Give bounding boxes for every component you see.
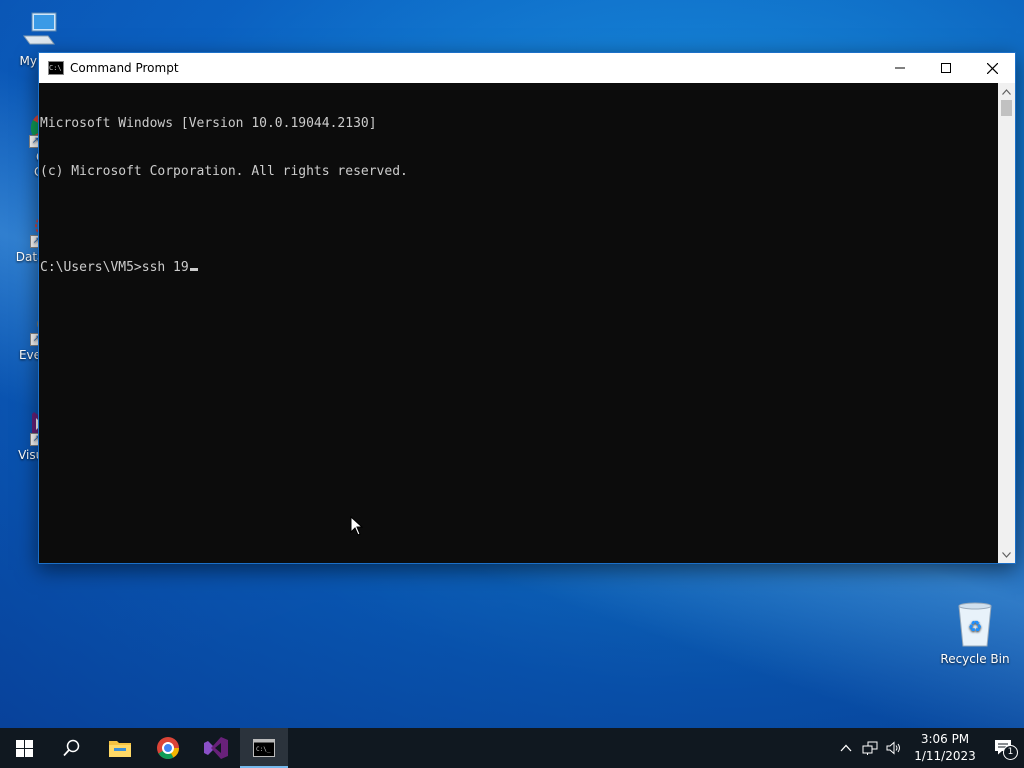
taskbar-visual-studio[interactable] <box>192 728 240 768</box>
taskbar-command-prompt[interactable]: C:\_ <box>240 728 288 768</box>
scroll-thumb[interactable] <box>1001 100 1012 116</box>
minimize-button[interactable] <box>877 53 923 83</box>
windows-logo-icon <box>15 739 33 757</box>
network-button[interactable] <box>858 728 882 768</box>
taskbar-clock[interactable]: 3:06 PM 1/11/2023 <box>912 731 978 765</box>
speaker-icon <box>886 741 900 755</box>
cmd-icon: C:\_ <box>253 739 275 757</box>
console-line: (c) Microsoft Corporation. All rights re… <box>40 164 408 179</box>
window-controls <box>877 53 1015 83</box>
taskbar-chrome[interactable] <box>144 728 192 768</box>
maximize-button[interactable] <box>923 53 969 83</box>
text-cursor <box>189 268 198 271</box>
console-line: Microsoft Windows [Version 10.0.19044.21… <box>40 116 377 131</box>
visual-studio-icon <box>204 737 228 759</box>
svg-text:♻: ♻ <box>968 617 982 636</box>
volume-button[interactable] <box>882 728 906 768</box>
desktop-icon-recycle-bin[interactable]: ♻ Recycle Bin <box>938 600 1012 666</box>
taskbar: C:\_ 3:06 PM 1/11/2023 1 <box>0 728 1024 768</box>
mouse-pointer-icon <box>350 515 364 540</box>
clock-time: 3:06 PM <box>920 732 970 746</box>
desktop-icon-label: Recycle Bin <box>940 652 1010 666</box>
window-titlebar[interactable]: C:\ Command Prompt <box>39 53 1015 83</box>
start-button[interactable] <box>0 728 48 768</box>
recycle-bin-icon: ♻ <box>953 600 997 648</box>
maximize-icon <box>941 63 951 73</box>
scroll-down-button[interactable] <box>998 546 1015 563</box>
network-icon <box>862 741 878 755</box>
show-hidden-icons-button[interactable] <box>834 728 858 768</box>
window-title: Command Prompt <box>70 61 179 75</box>
scroll-up-button[interactable] <box>998 83 1015 100</box>
close-icon <box>986 62 998 74</box>
chevron-down-icon <box>1002 551 1011 558</box>
system-tray: 3:06 PM 1/11/2023 1 <box>834 728 1024 768</box>
close-button[interactable] <box>969 53 1015 83</box>
chevron-up-icon <box>1002 88 1011 95</box>
clock-date: 1/11/2023 <box>914 749 976 763</box>
console-output[interactable]: Microsoft Windows [Version 10.0.19044.21… <box>39 83 999 563</box>
notification-count-badge: 1 <box>1003 745 1018 760</box>
computer-icon <box>18 10 58 50</box>
vertical-scrollbar[interactable] <box>998 83 1015 563</box>
taskbar-file-explorer[interactable] <box>96 728 144 768</box>
action-center-button[interactable]: 1 <box>984 728 1024 768</box>
chrome-icon <box>157 737 179 759</box>
minimize-icon <box>895 67 905 69</box>
search-icon <box>63 739 80 757</box>
svg-text:C:\_: C:\_ <box>256 746 271 753</box>
chevron-up-icon <box>840 744 852 752</box>
cmd-icon: C:\ <box>48 61 64 75</box>
command-prompt-window[interactable]: C:\ Command Prompt Microsoft Windows [Ve… <box>38 52 1016 564</box>
search-button[interactable] <box>48 728 96 768</box>
folder-icon <box>109 741 131 757</box>
console-input-line[interactable]: C:\Users\VM5>ssh 19 <box>40 260 999 276</box>
console-prompt-text: C:\Users\VM5>ssh 19 <box>40 260 189 275</box>
